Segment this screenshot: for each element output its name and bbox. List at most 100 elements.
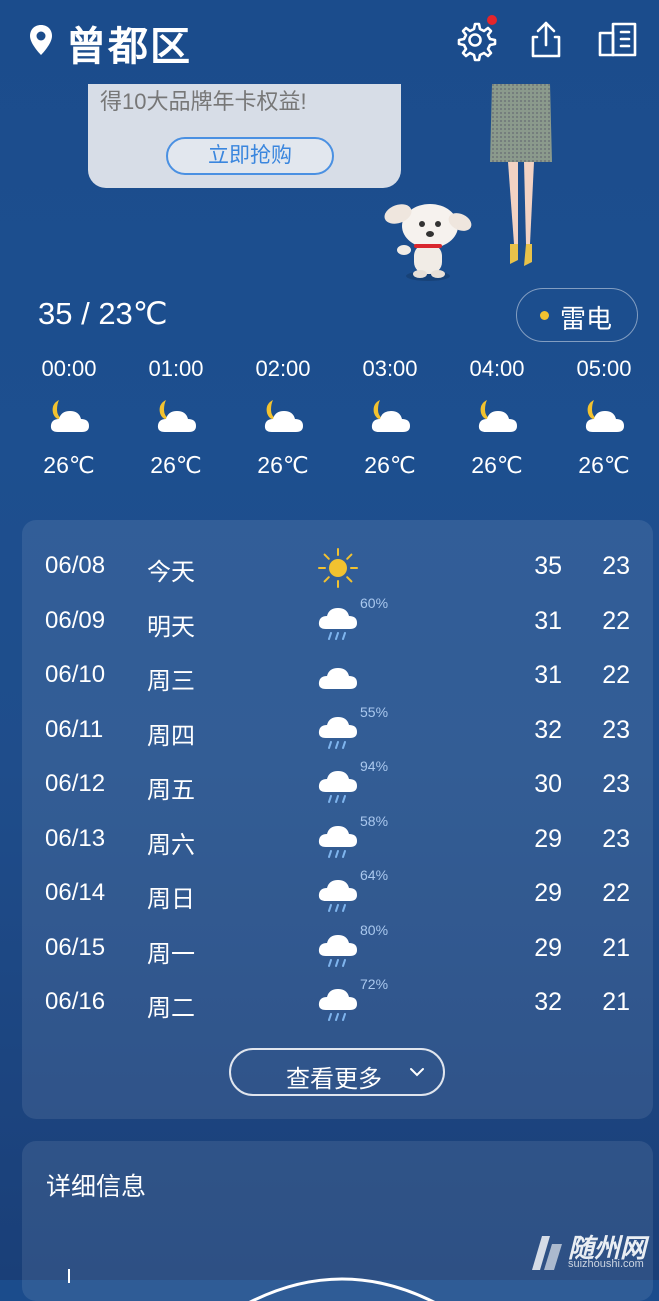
forecast-high: 29 xyxy=(534,879,562,907)
forecast-day: 周一 xyxy=(147,940,195,968)
precip-probability: 72% xyxy=(360,976,389,992)
hour-time: 03:00 xyxy=(362,356,418,381)
location-pin-icon[interactable] xyxy=(28,24,54,56)
weather-alert-badge[interactable]: 雷电 xyxy=(516,288,638,342)
promo-banner[interactable]: 得10大品牌年卡权益! 立即抢购 xyxy=(88,84,401,188)
hourly-item: 05:00 26℃ xyxy=(554,356,654,479)
share-icon[interactable] xyxy=(524,18,568,62)
chevron-down-icon xyxy=(410,1068,424,1077)
top-header: 曾都区 xyxy=(0,0,659,84)
forecast-low: 22 xyxy=(602,661,630,689)
forecast-low: 23 xyxy=(602,770,630,798)
precip-probability: 64% xyxy=(360,867,389,883)
forecast-low: 22 xyxy=(602,879,630,907)
hourly-item: 03:00 26℃ xyxy=(340,356,440,479)
forecast-day: 周六 xyxy=(147,831,195,859)
forecast-high: 31 xyxy=(534,661,562,689)
partly-cloudy-night-icon xyxy=(264,400,303,432)
city-manage-icon[interactable] xyxy=(596,18,640,62)
forecast-row[interactable]: 06/08 今天 35 23 xyxy=(22,542,653,596)
partly-cloudy-night-icon xyxy=(585,400,624,432)
watermark-url: suizhoushi.com xyxy=(568,1258,644,1270)
girl-illustration xyxy=(490,84,552,266)
forecast-day: 周三 xyxy=(147,668,195,695)
detail-info-title: 详细信息 xyxy=(46,1173,147,1201)
hour-time: 04:00 xyxy=(469,356,525,381)
forecast-date: 06/09 xyxy=(45,606,106,634)
forecast-low: 21 xyxy=(602,988,630,1016)
precip-probability: 58% xyxy=(360,812,389,829)
partly-cloudy-night-icon xyxy=(50,400,89,432)
forecast-day: 周五 xyxy=(147,777,195,804)
rain-icon xyxy=(318,880,357,912)
hour-temp: 26℃ xyxy=(43,452,95,478)
precip-probability: 80% xyxy=(360,921,389,938)
site-watermark: 随州网 suizhoushi.com xyxy=(528,1228,658,1276)
forecast-date: 06/12 xyxy=(45,770,106,797)
watermark-logo-icon xyxy=(532,1236,562,1270)
forecast-low: 23 xyxy=(602,824,630,853)
daily-forecast-card: 06/08 今天 35 23 06/09 明天 60% 31 22 06/10 周三 31 22 06/1… xyxy=(22,520,653,1119)
partly-cloudy-night-icon xyxy=(371,400,410,432)
forecast-date: 06/16 xyxy=(45,988,106,1015)
detail-info-card: 详细信息 xyxy=(22,1141,653,1301)
rain-icon xyxy=(318,989,357,1021)
forecast-low: 23 xyxy=(602,715,630,744)
alert-dot xyxy=(540,311,549,320)
forecast-row[interactable]: 06/16 周二 72% 32 21 xyxy=(22,976,653,1032)
rain-icon xyxy=(318,607,357,640)
hour-temp: 26℃ xyxy=(471,452,523,478)
arc-tick xyxy=(68,1269,70,1283)
forecast-low: 21 xyxy=(602,933,630,962)
rain-icon xyxy=(318,934,357,967)
hour-time: 01:00 xyxy=(148,356,204,381)
forecast-date: 06/10 xyxy=(45,661,106,688)
hour-time: 02:00 xyxy=(255,356,311,381)
rain-icon xyxy=(318,825,357,858)
hour-time: 00:00 xyxy=(41,356,97,381)
promo-buy-button[interactable]: 立即抢购 xyxy=(166,137,334,175)
hour-time: 05:00 xyxy=(576,356,632,381)
forecast-row[interactable]: 06/09 明天 60% 31 22 xyxy=(22,594,653,651)
forecast-date: 06/11 xyxy=(45,715,104,743)
precip-probability: 55% xyxy=(360,703,389,720)
view-more-label: 查看更多 xyxy=(286,1066,382,1093)
hourly-item: 00:00 26℃ xyxy=(19,356,119,479)
rain-icon xyxy=(318,771,357,803)
forecast-high: 32 xyxy=(534,715,562,744)
view-more-button[interactable]: 查看更多 xyxy=(229,1048,445,1096)
hourly-item: 02:00 26℃ xyxy=(233,356,333,479)
forecast-date: 06/15 xyxy=(45,933,106,961)
hourly-item: 04:00 26℃ xyxy=(447,356,547,479)
cloudy-icon xyxy=(318,668,357,689)
precip-probability: 94% xyxy=(360,758,389,774)
forecast-date: 06/08 xyxy=(45,552,106,579)
forecast-high: 29 xyxy=(534,824,562,853)
forecast-row[interactable]: 06/12 周五 94% 30 23 xyxy=(22,758,653,814)
forecast-row[interactable]: 06/14 周日 64% 29 22 xyxy=(22,867,653,923)
forecast-day: 明天 xyxy=(147,613,195,641)
forecast-day: 周日 xyxy=(147,886,195,913)
forecast-low: 22 xyxy=(602,606,630,635)
promo-text: 得10大品牌年卡权益! xyxy=(100,89,307,114)
forecast-row[interactable]: 06/13 周六 58% 29 23 xyxy=(22,812,653,869)
hour-temp: 26℃ xyxy=(578,452,630,478)
today-temp-range: 35 / 23℃ xyxy=(38,296,168,331)
hour-temp: 26℃ xyxy=(150,452,202,478)
sun-arc-graphic xyxy=(249,1277,435,1301)
precip-probability: 60% xyxy=(360,594,389,611)
mascot-dog-illustration xyxy=(384,204,472,281)
partly-cloudy-night-icon xyxy=(478,400,517,432)
forecast-row[interactable]: 06/11 周四 55% 32 23 xyxy=(22,703,653,760)
forecast-high: 35 xyxy=(534,552,562,580)
forecast-high: 31 xyxy=(534,606,562,635)
forecast-row[interactable]: 06/15 周一 80% 29 21 xyxy=(22,921,653,978)
location-name[interactable]: 曾都区 xyxy=(66,14,192,72)
forecast-row[interactable]: 06/10 周三 31 22 xyxy=(22,651,653,705)
forecast-low: 23 xyxy=(602,552,630,580)
rain-icon xyxy=(318,716,357,749)
forecast-date: 06/14 xyxy=(45,879,106,906)
notification-dot xyxy=(487,15,497,25)
forecast-high: 29 xyxy=(534,933,562,962)
hour-temp: 26℃ xyxy=(364,452,416,478)
